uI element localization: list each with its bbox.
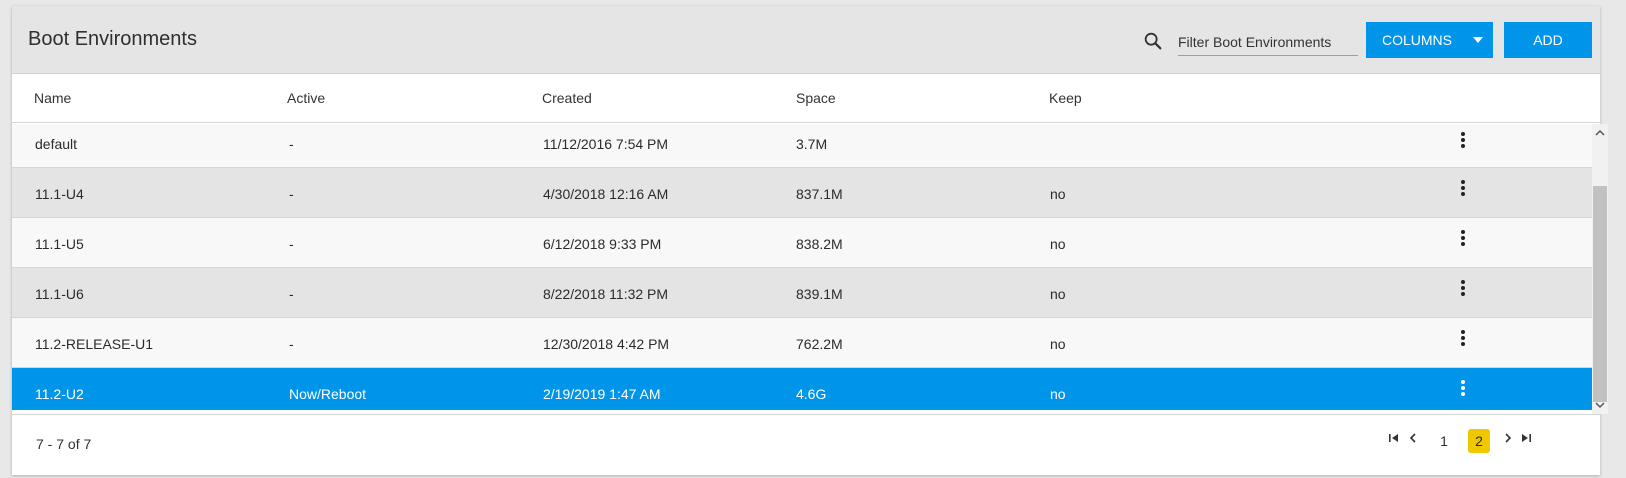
vertical-scrollbar[interactable] <box>1592 124 1608 414</box>
cell-name: 11.1-U6 <box>35 286 84 302</box>
cell-name: 11.1-U5 <box>35 236 84 252</box>
table-row-selected[interactable]: 11.2-U2 Now/Reboot 2/19/2019 1:47 AM 4.6… <box>12 368 1592 410</box>
scroll-down-icon[interactable] <box>1595 400 1605 410</box>
cell-created: 8/22/2018 11:32 PM <box>543 286 669 302</box>
cell-space: 762.2M <box>796 336 843 352</box>
cell-space: 837.1M <box>796 186 843 202</box>
cell-name: 11.2-RELEASE-U1 <box>35 336 154 352</box>
pagination-range: 7 - 7 of 7 <box>36 436 92 452</box>
chevron-left-icon[interactable] <box>1407 432 1419 444</box>
cell-created: 4/30/2018 12:16 AM <box>543 186 669 202</box>
cell-active: - <box>289 336 294 352</box>
boot-environments-card: Boot Environments COLUMNS ADD Name Activ… <box>12 6 1608 475</box>
more-vert-icon[interactable] <box>1453 228 1473 250</box>
cell-name: default <box>35 136 78 152</box>
table-body: default - 11/12/2016 7:54 PM 3.7M 11.1-U… <box>12 124 1592 410</box>
cell-created: 11/12/2016 7:54 PM <box>543 136 669 152</box>
cell-active: - <box>289 186 294 202</box>
caret-down-icon <box>1473 37 1483 43</box>
last-page-icon[interactable] <box>1520 432 1532 444</box>
cell-keep: no <box>1050 336 1066 352</box>
page-button-current[interactable]: 2 <box>1468 429 1490 453</box>
cell-space: 4.6G <box>796 386 827 402</box>
cell-created: 6/12/2018 9:33 PM <box>543 236 662 252</box>
card-header: Boot Environments COLUMNS ADD <box>12 6 1600 74</box>
cell-space: 3.7M <box>796 136 828 152</box>
scrollbar-thumb[interactable] <box>1593 186 1607 402</box>
more-vert-icon[interactable] <box>1453 328 1473 350</box>
filter-input[interactable] <box>1178 28 1358 56</box>
column-header-name[interactable]: Name <box>34 90 71 106</box>
table-header: Name Active Created Space Keep <box>12 74 1600 123</box>
column-header-space[interactable]: Space <box>796 90 836 106</box>
cell-active: - <box>289 236 294 252</box>
table-row[interactable]: 11.1-U6 - 8/22/2018 11:32 PM 839.1M no <box>12 268 1592 318</box>
more-vert-icon[interactable] <box>1453 278 1473 300</box>
table-row[interactable]: 11.1-U5 - 6/12/2018 9:33 PM 838.2M no <box>12 218 1592 268</box>
more-vert-icon[interactable] <box>1453 378 1473 400</box>
cell-keep: no <box>1050 186 1066 202</box>
cell-name: 11.2-U2 <box>35 386 84 402</box>
first-page-icon[interactable] <box>1388 432 1400 444</box>
cell-active: - <box>289 286 294 302</box>
page-title: Boot Environments <box>28 28 197 50</box>
cell-space: 839.1M <box>796 286 843 302</box>
cell-keep: no <box>1050 236 1066 252</box>
add-button[interactable]: ADD <box>1504 22 1592 58</box>
cell-active: - <box>289 136 294 152</box>
scroll-up-icon[interactable] <box>1595 128 1605 138</box>
search-icon[interactable] <box>1142 30 1164 52</box>
chevron-right-icon[interactable] <box>1502 432 1514 444</box>
table-footer: 7 - 7 of 7 1 2 <box>12 414 1600 475</box>
cell-space: 838.2M <box>796 236 843 252</box>
cell-created: 2/19/2019 1:47 AM <box>543 386 661 402</box>
table-row[interactable]: 11.1-U4 - 4/30/2018 12:16 AM 837.1M no <box>12 168 1592 218</box>
more-vert-icon[interactable] <box>1453 178 1473 200</box>
cell-keep: no <box>1050 286 1066 302</box>
cell-keep: no <box>1050 386 1066 402</box>
columns-button[interactable]: COLUMNS <box>1366 22 1493 58</box>
cell-created: 12/30/2018 4:42 PM <box>543 336 670 352</box>
more-vert-icon[interactable] <box>1453 130 1473 152</box>
column-header-active[interactable]: Active <box>287 90 325 106</box>
cell-name: 11.1-U4 <box>35 186 84 202</box>
table-row[interactable]: default - 11/12/2016 7:54 PM 3.7M <box>12 124 1592 168</box>
columns-button-label: COLUMNS <box>1382 32 1453 48</box>
column-header-created[interactable]: Created <box>542 90 592 106</box>
table-row[interactable]: 11.2-RELEASE-U1 - 12/30/2018 4:42 PM 762… <box>12 318 1592 368</box>
cell-active: Now/Reboot <box>289 386 367 402</box>
page-button[interactable]: 1 <box>1433 429 1455 453</box>
column-header-keep[interactable]: Keep <box>1049 90 1082 106</box>
